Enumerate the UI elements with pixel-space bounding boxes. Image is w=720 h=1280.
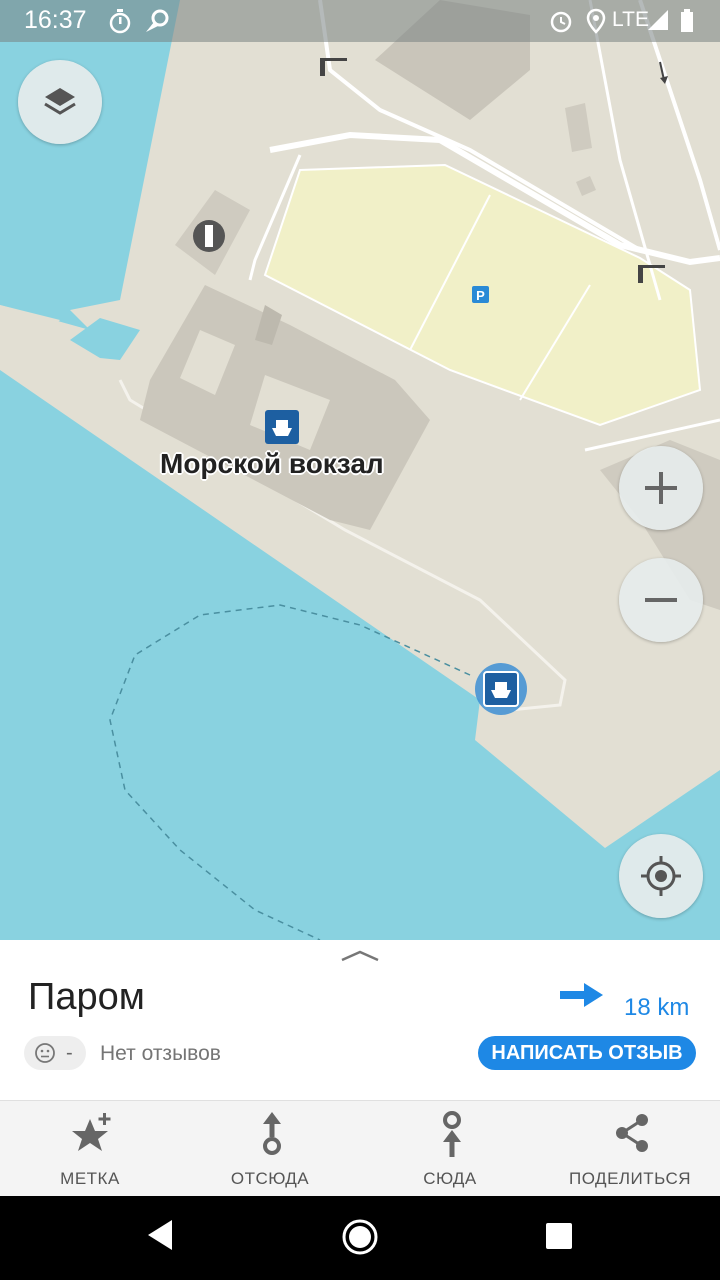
status-time: 16:37 <box>24 6 87 34</box>
place-sheet[interactable]: Паром 18 km - Нет отзывов НАПИСАТЬ ОТЗЫВ <box>0 940 720 1100</box>
share-button[interactable]: ПОДЕЛИТЬСЯ <box>540 1101 720 1197</box>
zoom-out-button[interactable] <box>619 558 703 642</box>
bookmark-label: МЕТКА <box>60 1169 120 1188</box>
share-icon <box>616 1114 648 1152</box>
crosshair-icon <box>641 856 681 896</box>
share-label: ПОДЕЛИТЬСЯ <box>568 1169 692 1188</box>
distance: 18 km <box>624 994 690 1021</box>
battery-icon <box>681 9 693 32</box>
rating-badge: - <box>24 1036 86 1070</box>
route-to-icon <box>443 1111 461 1157</box>
route-from-label: ОТСЮДА <box>230 1169 310 1188</box>
direction-arrow-icon <box>560 983 603 1007</box>
minus-icon <box>645 598 677 602</box>
route-to-button[interactable]: СЮДА <box>360 1101 540 1197</box>
home-icon[interactable] <box>341 1218 379 1256</box>
sheet-handle-icon[interactable] <box>340 948 380 964</box>
bookmark-button[interactable]: МЕТКА <box>0 1101 180 1197</box>
action-bar: МЕТКА ОТСЮДА СЮДА ПОДЕЛИТЬСЯ <box>0 1100 720 1196</box>
status-bar: 16:37 LTE <box>0 0 720 42</box>
map-view[interactable]: P Морской вокзал 16:37 LTE <box>0 0 720 940</box>
place-label: Морской вокзал <box>160 448 384 479</box>
back-icon[interactable] <box>146 1218 174 1252</box>
layers-button[interactable] <box>18 60 102 144</box>
rating-value: - <box>66 1041 73 1064</box>
route-to-label: СЮДА <box>423 1169 477 1188</box>
place-title: Паром <box>28 976 145 1018</box>
my-location-button[interactable] <box>619 834 703 918</box>
system-nav-bar <box>0 1196 720 1280</box>
route-from-icon <box>263 1112 281 1155</box>
location-icon <box>586 8 606 34</box>
svg-text:P: P <box>476 288 485 303</box>
neutral-face-icon <box>35 1043 55 1063</box>
ferry-marker-icon[interactable] <box>474 662 528 716</box>
zoom-in-button[interactable] <box>619 446 703 530</box>
plus-icon <box>645 472 677 504</box>
recents-icon[interactable] <box>545 1222 573 1250</box>
route-from-button[interactable]: ОТСЮДА <box>180 1101 360 1197</box>
alarm-icon <box>550 11 572 33</box>
app-notification-icon <box>146 9 169 32</box>
reviews-status: Нет отзывов <box>100 1042 221 1065</box>
write-review-button[interactable]: НАПИСАТЬ ОТЗЫВ <box>478 1036 696 1070</box>
signal-icon <box>648 10 668 30</box>
layers-icon <box>44 88 76 115</box>
network-type: LTE <box>612 8 649 31</box>
stopwatch-icon <box>109 9 131 34</box>
star-plus-icon <box>72 1113 111 1151</box>
